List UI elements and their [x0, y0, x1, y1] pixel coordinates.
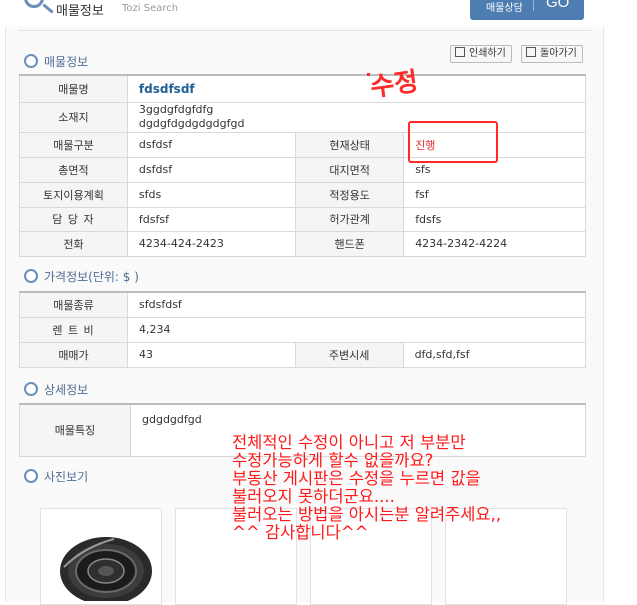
cell-label: 렌 트 비 — [18, 316, 129, 343]
cell-label: 핸드폰 — [295, 230, 405, 257]
print-label: 인쇄하기 — [469, 48, 506, 59]
bullet-circle-icon — [24, 54, 38, 68]
cell-label: 현재상태 — [295, 131, 405, 158]
table-row: 토지이용계획 sfds 적정용도 fsf — [19, 181, 586, 208]
cell-value: dfd,sfd,fsf — [402, 341, 587, 368]
back-icon — [526, 47, 536, 57]
page-header: 매물정보 Tozi Search 매물상담 GO — [0, 0, 637, 20]
annotation-note: 전체적인 수정이 아니고 저 부분만 수정가능하게 할수 없을까요? 부동산 게… — [232, 433, 502, 542]
property-info-table: 매물명 fdsdfsdf 소재지 3ggdgfdgfdfg dgdgfdgdgd… — [19, 74, 587, 257]
divider — [533, 0, 534, 11]
cell-label: 매물종류 — [18, 291, 129, 318]
cell-value: fdsfsf — [126, 206, 297, 232]
cell-label: 매물특징 — [19, 403, 131, 457]
section-title: 매물정보 — [44, 55, 89, 69]
table-row: 소재지 3ggdgfdgfdfg dgdgfdgdgdgdgfgd — [19, 101, 587, 133]
cell-value: fsf — [403, 181, 586, 208]
search-icon-handle — [42, 3, 54, 14]
cell-label: 적정용도 — [295, 181, 405, 208]
section-title: 사진보기 — [44, 470, 89, 484]
search-icon — [24, 0, 44, 8]
divider — [18, 30, 591, 31]
go-label: GO — [546, 0, 570, 11]
section-title: 상세정보 — [44, 383, 89, 397]
table-row: 매매가 43 주변시세 dfd,sfd,fsf — [18, 341, 587, 368]
page-subtitle: Tozi Search — [122, 3, 179, 14]
table-row: 렌 트 비 4,234 — [18, 316, 586, 343]
cell-label: 매매가 — [18, 341, 129, 368]
cell-value: sfds — [126, 181, 297, 208]
property-name-value: fdsdfsdf — [126, 74, 587, 103]
cell-value: sfdsfdsf — [127, 291, 586, 318]
cell-value: dsfdsf — [126, 131, 297, 158]
cell-value: 43 — [127, 341, 296, 368]
cell-label: 토지이용계획 — [19, 181, 128, 208]
back-button[interactable]: 돌아가기 — [521, 45, 583, 63]
cell-value: 4234-2342-4224 — [403, 230, 586, 257]
location-value: 3ggdgfdgfdfg dgdgfdgdgdgdgfgd — [126, 101, 587, 133]
cell-label: 허가관계 — [295, 206, 405, 232]
cell-value: 4234-424-2423 — [126, 230, 297, 257]
section-title: 가격정보(단위: $ ) — [44, 270, 139, 284]
table-row: 매물명 fdsdfsdf — [19, 74, 587, 103]
annotation-highlight-box — [408, 121, 498, 163]
bullet-circle-icon — [24, 382, 38, 396]
location-line: dgdgfdgdgdgdgfgd — [138, 117, 245, 130]
price-info-table: 매물종류 sfdsfdsf 렌 트 비 4,234 매매가 43 주변시세 df… — [18, 291, 587, 368]
cell-label: 주변시세 — [294, 341, 404, 368]
consult-label: 매물상담 — [486, 3, 523, 14]
printer-icon — [455, 47, 465, 57]
consult-go-button[interactable]: 매물상담 GO — [470, 0, 584, 20]
edit-annotation: 수정 — [368, 66, 421, 104]
location-line: 3ggdgfdgfdfg — [138, 103, 214, 116]
cell-label: 담 당 자 — [19, 206, 128, 232]
bullet-circle-icon — [24, 269, 38, 283]
bullet-circle-icon — [24, 469, 38, 483]
cell-label: 대지면적 — [295, 156, 405, 183]
cell-value: 4,234 — [127, 316, 586, 343]
speaker-photo — [60, 537, 152, 601]
table-row: 총면적 dsfdsf 대지면적 sfs — [19, 156, 586, 183]
cell-value: fdsfs — [403, 206, 586, 232]
cell-label: 소재지 — [19, 101, 128, 133]
table-row: 매물구분 dsfdsf 현재상태 진행 — [19, 131, 586, 158]
print-button[interactable]: 인쇄하기 — [450, 45, 512, 63]
page-title: 매물정보 — [56, 4, 104, 19]
cell-value: dsfdsf — [126, 156, 297, 183]
cell-label: 전화 — [19, 230, 128, 257]
cell-label: 매물구분 — [19, 131, 128, 158]
table-row: 담 당 자 fdsfsf 허가관계 fdsfs — [19, 206, 586, 232]
cell-label: 매물명 — [19, 74, 128, 103]
cell-label: 총면적 — [19, 156, 128, 183]
table-row: 전화 4234-424-2423 핸드폰 4234-2342-4224 — [19, 230, 586, 257]
table-row: 매물종류 sfdsfdsf — [18, 291, 586, 318]
back-label: 돌아가기 — [540, 48, 577, 59]
